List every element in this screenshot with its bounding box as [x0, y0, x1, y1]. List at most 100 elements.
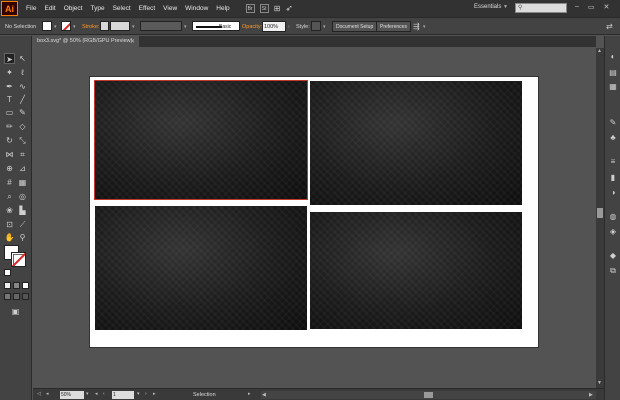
blend-tool-icon[interactable]: ◎: [17, 191, 28, 202]
chevron-down-icon[interactable]: ▾: [86, 391, 89, 397]
stroke-color-box[interactable]: [11, 252, 26, 267]
width-tool-icon[interactable]: ⋈: [4, 149, 15, 160]
image-box-bottom-left[interactable]: [95, 206, 307, 330]
minimize-icon[interactable]: –: [575, 3, 579, 11]
previous-page-icon[interactable]: ◂: [95, 391, 98, 397]
chevron-down-icon[interactable]: ▼: [503, 4, 508, 10]
selection-tool-icon[interactable]: ➤: [4, 53, 15, 64]
vertical-scroll-thumb[interactable]: [597, 208, 603, 218]
chevron-right-icon[interactable]: ›: [288, 21, 290, 32]
scale-tool-icon[interactable]: ⤡: [17, 135, 28, 146]
first-artboard-icon[interactable]: ◂: [46, 391, 49, 397]
search-input[interactable]: ⚲: [515, 3, 567, 13]
mesh-tool-icon[interactable]: #: [4, 177, 15, 188]
menu-file[interactable]: File: [22, 5, 40, 12]
gradient-mode-icon[interactable]: [13, 282, 20, 289]
brush-definition-field[interactable]: [192, 21, 240, 31]
color-panel-icon[interactable]: ◐: [608, 52, 618, 62]
draw-behind-icon[interactable]: [13, 293, 20, 300]
chevron-down-icon[interactable]: ▾: [132, 21, 135, 32]
last-page-icon[interactable]: ▸: [153, 391, 156, 397]
color-mode-icon[interactable]: [4, 282, 11, 289]
rectangle-tool-icon[interactable]: ▭: [4, 107, 15, 118]
eyedropper-tool-icon[interactable]: ⌕: [4, 191, 15, 202]
magic-wand-tool-icon[interactable]: ✦: [4, 67, 15, 78]
image-box-top-left[interactable]: [94, 80, 308, 200]
layers-icon[interactable]: ◆: [608, 251, 618, 261]
vertical-scrollbar[interactable]: ▲ ▼: [596, 48, 604, 388]
fill-swatch[interactable]: [42, 21, 52, 31]
next-page-icon[interactable]: ›: [145, 391, 147, 397]
panel-menu-icon[interactable]: ⇄: [606, 21, 613, 32]
stroke-weight-field[interactable]: [110, 21, 130, 31]
menu-help[interactable]: Help: [212, 5, 233, 12]
workspace-switcher[interactable]: Essentials: [474, 4, 501, 10]
color-guide-icon[interactable]: ▤: [608, 68, 618, 78]
opacity-label[interactable]: Opacity:: [242, 21, 262, 32]
line-tool-icon[interactable]: ╱: [17, 94, 28, 105]
document-tab[interactable]: box3.svg* @ 50% (RGB/GPU Preview): [32, 36, 139, 47]
bridge-icon[interactable]: Br: [245, 4, 255, 13]
menu-view[interactable]: View: [159, 5, 181, 12]
menu-select[interactable]: Select: [109, 5, 135, 12]
swatches-icon[interactable]: ▦: [608, 82, 618, 92]
symbol-sprayer-tool-icon[interactable]: ❀: [4, 205, 15, 216]
stock-icon[interactable]: St: [259, 4, 269, 13]
appearance-icon[interactable]: ◍: [608, 212, 618, 222]
prev-artboard-icon[interactable]: ◁: [37, 391, 41, 397]
chevron-down-icon[interactable]: ▾: [137, 391, 140, 397]
menu-edit[interactable]: Edit: [40, 5, 59, 12]
variable-width-field[interactable]: [140, 21, 182, 31]
transparency-icon[interactable]: ◑: [608, 188, 618, 198]
artboard-tool-icon[interactable]: ⊡: [4, 219, 15, 230]
status-menu-icon[interactable]: ▸: [248, 391, 251, 397]
scroll-left-icon[interactable]: ◀: [262, 392, 266, 398]
scroll-down-icon[interactable]: ▼: [597, 380, 602, 386]
chevron-down-icon[interactable]: ▾: [323, 21, 326, 32]
graphic-styles-icon[interactable]: ◈: [608, 227, 618, 237]
menu-object[interactable]: Object: [60, 5, 87, 12]
chevron-down-icon[interactable]: ▾: [184, 21, 187, 32]
slice-tool-icon[interactable]: ⟋: [17, 219, 28, 230]
preferences-button[interactable]: Preferences: [376, 21, 411, 32]
image-box-bottom-right[interactable]: [310, 212, 522, 329]
maximize-icon[interactable]: ▭: [588, 3, 595, 11]
page-back-icon[interactable]: ‹: [103, 391, 105, 397]
stroke-panel-icon[interactable]: ≡: [608, 157, 618, 167]
chevron-down-icon[interactable]: ▾: [423, 21, 426, 32]
horizontal-scroll-thumb[interactable]: [424, 392, 433, 398]
default-colors-icon[interactable]: [4, 269, 11, 276]
artboard[interactable]: [89, 76, 539, 348]
menu-type[interactable]: Type: [86, 5, 108, 12]
curvature-tool-icon[interactable]: ∿: [17, 81, 28, 92]
pencil-tool-icon[interactable]: ✏: [4, 121, 15, 132]
menu-window[interactable]: Window: [181, 5, 212, 12]
image-box-top-right[interactable]: [310, 81, 522, 205]
zoom-tool-icon[interactable]: ⚲: [17, 232, 28, 243]
paintbrush-tool-icon[interactable]: ✎: [17, 107, 28, 118]
eraser-tool-icon[interactable]: ◇: [17, 121, 28, 132]
hand-tool-icon[interactable]: ✋: [4, 232, 15, 243]
symbols-icon[interactable]: ♣: [608, 133, 618, 143]
arrange-documents-icon[interactable]: ⊞: [274, 4, 281, 13]
close-icon[interactable]: ✕: [130, 38, 135, 45]
screen-mode-icon[interactable]: ▣: [10, 306, 21, 317]
scroll-right-icon[interactable]: ▶: [589, 392, 593, 398]
gradient-tool-icon[interactable]: ▦: [17, 177, 28, 188]
gradient-panel-icon[interactable]: ▮: [608, 173, 618, 183]
lasso-tool-icon[interactable]: ℓ: [17, 67, 28, 78]
chevron-down-icon[interactable]: ▾: [73, 21, 76, 32]
artboards-icon[interactable]: ⧉: [608, 266, 618, 276]
close-icon[interactable]: ✕: [604, 3, 610, 11]
perspective-grid-tool-icon[interactable]: ⊿: [17, 163, 28, 174]
page-field[interactable]: 1: [112, 391, 134, 399]
column-graph-tool-icon[interactable]: ▙: [17, 205, 28, 216]
free-transform-tool-icon[interactable]: ⌗: [17, 149, 28, 160]
stroke-stepper[interactable]: [100, 21, 109, 31]
opacity-field[interactable]: 100%: [262, 21, 286, 32]
draw-inside-icon[interactable]: [22, 293, 29, 300]
draw-mode-icon[interactable]: [4, 293, 11, 300]
none-mode-icon[interactable]: [22, 282, 29, 289]
gpu-performance-icon[interactable]: ➶: [285, 3, 293, 14]
horizontal-scrollbar[interactable]: ◀ ▶: [261, 391, 596, 399]
